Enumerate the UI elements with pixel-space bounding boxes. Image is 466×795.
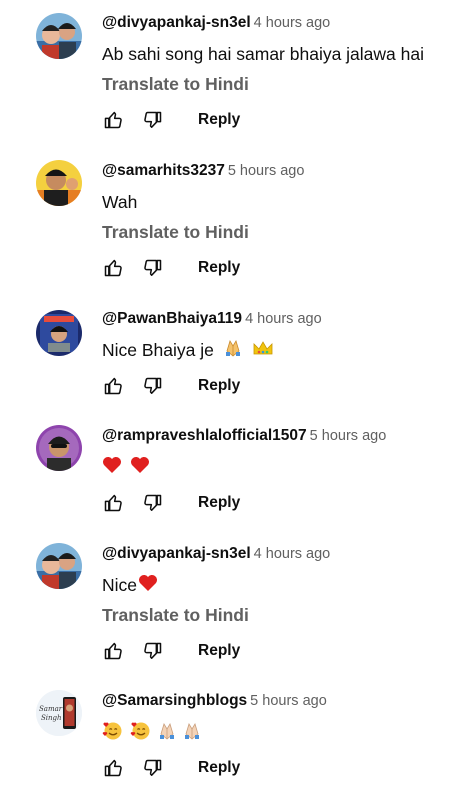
- reply-button[interactable]: Reply: [198, 759, 240, 777]
- comment-author[interactable]: @divyapankaj-sn3el: [102, 14, 251, 31]
- comment-text: [102, 720, 458, 744]
- thumbs-up-icon[interactable]: [102, 257, 124, 279]
- translate-link[interactable]: Translate to Hindi: [102, 603, 458, 627]
- thumbs-down-icon[interactable]: [142, 375, 164, 397]
- comment-actions: Reply: [102, 756, 240, 780]
- thumbs-up-icon[interactable]: [102, 375, 124, 397]
- red-heart-icon: [130, 456, 150, 480]
- folded-hands-icon: [223, 338, 243, 364]
- comment-actions: Reply: [102, 108, 240, 132]
- reply-button[interactable]: Reply: [198, 259, 240, 277]
- comment-timestamp[interactable]: 5 hours ago: [250, 693, 327, 709]
- avatar[interactable]: [36, 425, 82, 471]
- comment-author[interactable]: @divyapankaj-sn3el: [102, 545, 251, 562]
- comment-actions: Reply: [102, 256, 240, 280]
- thumbs-down-icon[interactable]: [142, 757, 164, 779]
- comment-author[interactable]: @rampraveshlalofficial1507: [102, 427, 307, 444]
- comment-text-content: Nice: [102, 575, 138, 595]
- comment-timestamp[interactable]: 4 hours ago: [254, 15, 331, 31]
- comment-author[interactable]: @Samarsinghblogs: [102, 692, 247, 709]
- comment-timestamp[interactable]: 5 hours ago: [228, 163, 305, 179]
- avatar[interactable]: [36, 310, 82, 356]
- translate-link[interactable]: Translate to Hindi: [102, 72, 458, 96]
- folded-hands-icon: [182, 721, 202, 747]
- thumbs-up-icon[interactable]: [102, 109, 124, 131]
- avatar[interactable]: [36, 160, 82, 206]
- translate-link[interactable]: Translate to Hindi: [102, 220, 458, 244]
- reply-button[interactable]: Reply: [198, 111, 240, 129]
- comment-text: Ab sahi song hai samar bhaiya jalawa hai: [102, 44, 424, 64]
- svg-text:Singh: Singh: [41, 714, 62, 722]
- thumbs-up-icon[interactable]: [102, 492, 124, 514]
- thumbs-down-icon[interactable]: [142, 109, 164, 131]
- comment-text: Nice: [102, 573, 458, 597]
- comment-author[interactable]: @samarhits3237: [102, 162, 225, 179]
- comment-actions: Reply: [102, 491, 240, 515]
- comment-text: Nice Bhaiya je: [102, 338, 458, 362]
- smiling-face-with-hearts-icon: [130, 720, 151, 747]
- comment-author[interactable]: @PawanBhaiya119: [102, 310, 242, 327]
- thumbs-down-icon[interactable]: [142, 257, 164, 279]
- thumbs-down-icon[interactable]: [142, 492, 164, 514]
- thumbs-down-icon[interactable]: [142, 640, 164, 662]
- reply-button[interactable]: Reply: [198, 494, 240, 512]
- folded-hands-icon: [157, 721, 177, 747]
- comment-text: [102, 455, 458, 479]
- thumbs-up-icon[interactable]: [102, 640, 124, 662]
- comment-timestamp[interactable]: 5 hours ago: [310, 428, 387, 444]
- comment-text: Wah: [102, 192, 138, 212]
- red-heart-icon: [138, 574, 158, 598]
- comment-actions: Reply: [102, 639, 240, 663]
- smiling-face-with-hearts-icon: [102, 720, 123, 747]
- comment-text-content: Nice Bhaiya je: [102, 340, 214, 360]
- comment-timestamp[interactable]: 4 hours ago: [254, 546, 331, 562]
- avatar[interactable]: [36, 543, 82, 589]
- comment-actions: Reply: [102, 374, 240, 398]
- reply-button[interactable]: Reply: [198, 377, 240, 395]
- samar-logo-icon: Samar Singh: [36, 690, 82, 736]
- crown-icon: [252, 339, 274, 363]
- comment-timestamp[interactable]: 4 hours ago: [245, 311, 322, 327]
- red-heart-icon: [102, 456, 122, 480]
- svg-text:Samar: Samar: [39, 705, 63, 713]
- avatar[interactable]: [36, 13, 82, 59]
- reply-button[interactable]: Reply: [198, 642, 240, 660]
- thumbs-up-icon[interactable]: [102, 757, 124, 779]
- avatar[interactable]: Samar Singh: [36, 690, 82, 736]
